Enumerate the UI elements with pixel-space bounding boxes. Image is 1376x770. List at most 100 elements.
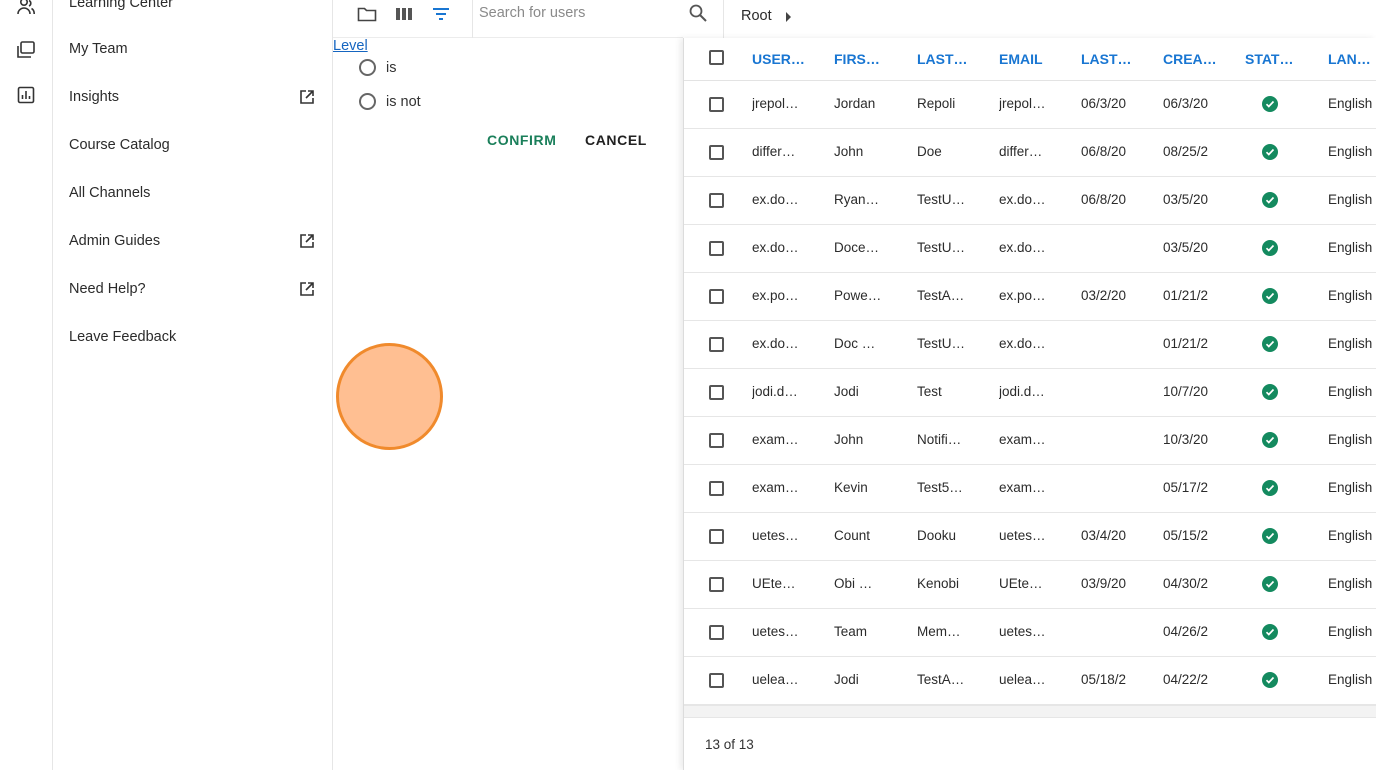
cell-username: ex.do… [752,240,799,255]
row-checkbox[interactable] [709,529,724,544]
table-row[interactable]: uetes… Count Dooku uetes… 03/4/20 05/15/2 Engl… [684,513,1376,561]
cell-username: jodi.d… [752,384,798,399]
row-checkbox[interactable] [709,577,724,592]
cell-language: English [1328,432,1373,447]
status-active-icon [1262,672,1278,688]
row-checkbox[interactable] [709,481,724,496]
cell-username: jrepol… [752,96,799,111]
library-icon[interactable] [15,39,37,61]
cell-first-name: Jordan [834,96,876,111]
row-checkbox[interactable] [709,145,724,160]
filter-icon[interactable] [430,3,452,25]
table-row[interactable]: exam… Kevin Test5… exam… 05/17/2 English [684,465,1376,513]
column-header-last-name[interactable]: LAST… [917,51,971,67]
cell-created: 06/3/20 [1163,96,1209,111]
menu-item-insights[interactable]: Insights [69,85,316,109]
cell-last-login: 03/4/20 [1081,528,1127,543]
toolbar [333,0,707,38]
table-row[interactable]: ex.do… Doce… TestU… ex.do… 03/5/20 English [684,225,1376,273]
column-header-last-login[interactable]: LAST… [1081,51,1135,67]
table-row[interactable]: ex.do… Doc E… TestU… ex.do… 01/21/2 English [684,321,1376,369]
column-header-status[interactable]: STAT… [1245,51,1299,67]
cell-language: English [1328,96,1373,111]
table-row[interactable]: differ… John Doe differ… 06/8/20 08/25/2 Engli… [684,129,1376,177]
row-checkbox[interactable] [709,337,724,352]
cell-language: English [1328,144,1373,159]
cell-username: ex.po… [752,288,799,303]
cell-created: 10/7/20 [1163,384,1209,399]
cell-language: English [1328,192,1373,207]
row-checkbox[interactable] [709,625,724,640]
cell-email: uelea… [999,672,1046,687]
cell-last-login: 05/18/2 [1081,672,1127,687]
cell-created: 05/15/2 [1163,528,1209,543]
column-header-email[interactable]: EMAIL [999,51,1053,67]
menu-item-label: Insights [69,89,119,105]
chart-icon[interactable] [15,84,37,106]
radio-option-is[interactable]: is [359,59,396,76]
menu-item-all-channels[interactable]: All Channels [69,181,316,205]
cell-last-name: Kenobi [917,576,960,591]
select-all-checkbox[interactable] [709,50,724,65]
radio-option-is-not[interactable]: is not [359,93,421,110]
menu-item-my-team[interactable]: My Team [69,37,316,61]
menu-item-leave-feedback[interactable]: Leave Feedback [69,325,316,349]
table-row[interactable]: ex.do… Ryana… TestU… ex.do… 06/8/20 03/5/20 En… [684,177,1376,225]
row-checkbox[interactable] [709,241,724,256]
row-checkbox[interactable] [709,385,724,400]
menu-item-label: Need Help? [69,281,146,297]
column-header-language[interactable]: LAN… [1328,51,1376,67]
menu-item-course-catalog[interactable]: Course Catalog [69,133,316,157]
column-header-first-name[interactable]: FIRS… [834,51,888,67]
row-checkbox[interactable] [709,97,724,112]
cell-first-name: Kevin [834,480,868,495]
row-checkbox[interactable] [709,673,724,688]
table-row[interactable]: jodi.d… Jodi Test jodi.d… 10/7/20 English [684,369,1376,417]
breadcrumb-root[interactable]: Root [741,8,772,24]
menu-item-need-help[interactable]: Need Help? [69,277,316,301]
cell-first-name: Jodi [834,384,859,399]
cell-language: English [1328,336,1373,351]
cell-last-login: 03/2/20 [1081,288,1127,303]
radio-button[interactable] [359,93,376,110]
table-row[interactable]: jrepol… Jordan Repoli jrepol… 06/3/20 06/3/20… [684,81,1376,129]
cell-email: ex.do… [999,192,1046,207]
cancel-button[interactable]: CANCEL [585,132,647,148]
cell-username: UEtes… [752,576,802,591]
cell-last-login: 06/8/20 [1081,144,1127,159]
external-link-icon [298,88,316,106]
table-row[interactable]: uetes… Team Mem… uetes… 04/26/2 English [684,609,1376,657]
table-row[interactable]: ex.po… Powe… TestA… ex.po… 03/2/20 01/21/2 Eng… [684,273,1376,321]
status-active-icon [1262,384,1278,400]
confirm-button[interactable]: CONFIRM [487,132,557,148]
cell-email: ex.po… [999,288,1046,303]
radio-button[interactable] [359,59,376,76]
horizontal-scrollbar[interactable] [684,705,1376,718]
table-row[interactable]: exam… John Notifi… exam… 10/3/20 English [684,417,1376,465]
row-checkbox[interactable] [709,433,724,448]
menu-item-label: Admin Guides [69,233,161,249]
menu-item-admin-guides[interactable]: Admin Guides [69,229,316,253]
columns-icon[interactable] [393,3,415,25]
row-checkbox[interactable] [709,289,724,304]
column-header-username[interactable]: USER… [752,51,808,67]
row-checkbox[interactable] [709,193,724,208]
table-row[interactable]: uelea… Jodi TestA… uelea… 05/18/2 04/22/2 Engl… [684,657,1376,705]
external-link-icon [298,232,316,250]
table-header: USER… FIRS… LAST… EMAIL LAST… CREA… STAT… [684,38,1376,81]
users-icon[interactable] [15,0,37,18]
cell-last-name: TestU… [917,336,966,351]
folder-icon[interactable] [356,3,378,25]
cell-created: 08/25/2 [1163,144,1209,159]
status-active-icon [1262,288,1278,304]
table-row[interactable]: UEtes… Obi W… Kenobi UEtes… 03/9/20 04/30/2 En… [684,561,1376,609]
menu-item-learning-center[interactable]: Learning Center [69,0,316,15]
level-field-link[interactable]: Level [333,38,368,54]
nav-menu: Learning Center My Team Insights Course … [53,0,333,770]
cell-language: English [1328,528,1373,543]
search-icon[interactable] [688,3,708,23]
cell-first-name: Jodi [834,672,859,687]
cell-created: 01/21/2 [1163,288,1209,303]
search-input[interactable] [479,0,679,26]
column-header-created[interactable]: CREA… [1163,51,1217,67]
